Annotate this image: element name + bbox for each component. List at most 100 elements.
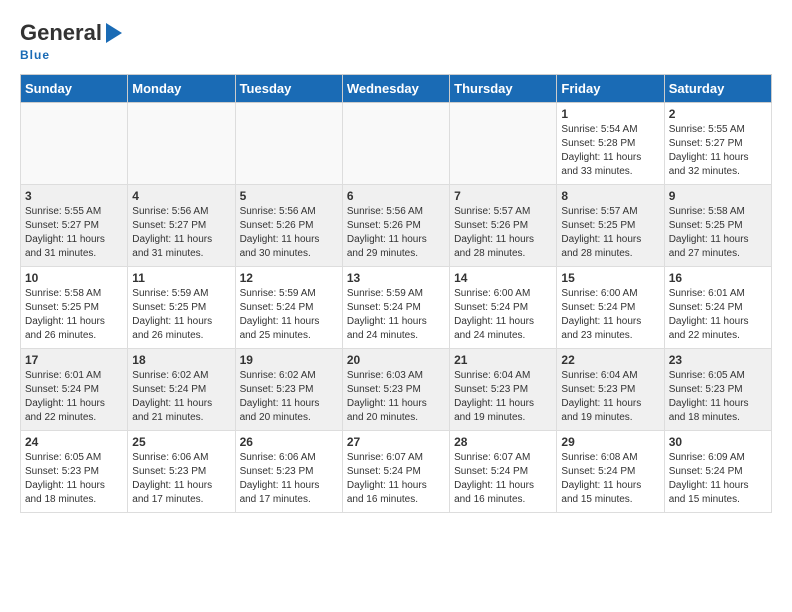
- day-info: Sunrise: 5:59 AM Sunset: 5:25 PM Dayligh…: [132, 287, 230, 343]
- day-info: Sunrise: 6:07 AM Sunset: 5:24 PM Dayligh…: [454, 451, 552, 507]
- calendar-cell: 7 Sunrise: 5:57 AM Sunset: 5:26 PM Daylig…: [450, 185, 557, 267]
- calendar-cell: 2 Sunrise: 5:55 AM Sunset: 5:27 PM Daylig…: [664, 103, 771, 185]
- day-info: Sunrise: 6:05 AM Sunset: 5:23 PM Dayligh…: [669, 369, 767, 425]
- calendar-week-4: 17 Sunrise: 6:01 AM Sunset: 5:24 PM Dayli…: [21, 349, 772, 431]
- logo-blue: Blue: [20, 48, 50, 62]
- logo-arrow-icon: [106, 23, 122, 43]
- day-number: 20: [347, 353, 445, 367]
- calendar-cell: [450, 103, 557, 185]
- calendar-cell: 3Sunrise: 5:55 AM Sunset: 5:27 PM Daylig…: [21, 185, 128, 267]
- day-number: 10: [25, 271, 123, 285]
- calendar-cell: 15 Sunrise: 6:00 AM Sunset: 5:24 PM Dayli…: [557, 267, 664, 349]
- calendar-cell: 5 Sunrise: 5:56 AM Sunset: 5:26 PM Daylig…: [235, 185, 342, 267]
- calendar-cell: 12Sunrise: 5:59 AM Sunset: 5:24 PM Dayli…: [235, 267, 342, 349]
- calendar-cell: 14Sunrise: 6:00 AM Sunset: 5:24 PM Dayli…: [450, 267, 557, 349]
- day-info: Sunrise: 6:00 AM Sunset: 5:24 PM Dayligh…: [561, 287, 659, 343]
- calendar-week-5: 24 Sunrise: 6:05 AM Sunset: 5:23 PM Dayli…: [21, 431, 772, 513]
- day-number: 1: [561, 107, 659, 121]
- calendar-cell: 21 Sunrise: 6:04 AM Sunset: 5:23 PM Dayli…: [450, 349, 557, 431]
- day-info: Sunrise: 6:04 AM Sunset: 5:23 PM Dayligh…: [561, 369, 659, 425]
- day-number: 30: [669, 435, 767, 449]
- calendar-cell: 25 Sunrise: 6:06 AM Sunset: 5:23 PM Dayli…: [128, 431, 235, 513]
- calendar-cell: 1 Sunrise: 5:54 AM Sunset: 5:28 PM Daylig…: [557, 103, 664, 185]
- day-info: Sunrise: 6:01 AM Sunset: 5:24 PM Dayligh…: [669, 287, 767, 343]
- day-info: Sunrise: 6:06 AM Sunset: 5:23 PM Dayligh…: [240, 451, 338, 507]
- weekday-header-monday: Monday: [128, 75, 235, 103]
- day-number: 29: [561, 435, 659, 449]
- calendar-cell: [21, 103, 128, 185]
- calendar-header-row: SundayMondayTuesdayWednesdayThursdayFrid…: [21, 75, 772, 103]
- calendar-cell: 13 Sunrise: 5:59 AM Sunset: 5:24 PM Dayli…: [342, 267, 449, 349]
- weekday-header-tuesday: Tuesday: [235, 75, 342, 103]
- day-info: Sunrise: 5:57 AM Sunset: 5:26 PM Dayligh…: [454, 205, 552, 261]
- day-info: Sunrise: 5:59 AM Sunset: 5:24 PM Dayligh…: [347, 287, 445, 343]
- day-number: 19: [240, 353, 338, 367]
- day-number: 3: [25, 189, 123, 203]
- day-number: 21: [454, 353, 552, 367]
- day-number: 5: [240, 189, 338, 203]
- day-info: Sunrise: 6:06 AM Sunset: 5:23 PM Dayligh…: [132, 451, 230, 507]
- day-info: Sunrise: 5:58 AM Sunset: 5:25 PM Dayligh…: [25, 287, 123, 343]
- calendar-cell: 8Sunrise: 5:57 AM Sunset: 5:25 PM Daylig…: [557, 185, 664, 267]
- day-number: 13: [347, 271, 445, 285]
- day-info: Sunrise: 5:55 AM Sunset: 5:27 PM Dayligh…: [669, 123, 767, 179]
- day-number: 27: [347, 435, 445, 449]
- weekday-header-thursday: Thursday: [450, 75, 557, 103]
- day-number: 9: [669, 189, 767, 203]
- calendar-cell: 23Sunrise: 6:05 AM Sunset: 5:23 PM Dayli…: [664, 349, 771, 431]
- calendar-cell: 4Sunrise: 5:56 AM Sunset: 5:27 PM Daylig…: [128, 185, 235, 267]
- calendar-cell: 18 Sunrise: 6:02 AM Sunset: 5:24 PM Dayli…: [128, 349, 235, 431]
- day-number: 18: [132, 353, 230, 367]
- calendar-cell: 22Sunrise: 6:04 AM Sunset: 5:23 PM Dayli…: [557, 349, 664, 431]
- calendar-cell: 19 Sunrise: 6:02 AM Sunset: 5:23 PM Dayli…: [235, 349, 342, 431]
- calendar-cell: 20 Sunrise: 6:03 AM Sunset: 5:23 PM Dayli…: [342, 349, 449, 431]
- day-number: 7: [454, 189, 552, 203]
- day-info: Sunrise: 6:01 AM Sunset: 5:24 PM Dayligh…: [25, 369, 123, 425]
- calendar-week-2: 3Sunrise: 5:55 AM Sunset: 5:27 PM Daylig…: [21, 185, 772, 267]
- day-info: Sunrise: 6:03 AM Sunset: 5:23 PM Dayligh…: [347, 369, 445, 425]
- day-info: Sunrise: 5:56 AM Sunset: 5:26 PM Dayligh…: [240, 205, 338, 261]
- day-info: Sunrise: 5:56 AM Sunset: 5:26 PM Dayligh…: [347, 205, 445, 261]
- calendar-cell: 27 Sunrise: 6:07 AM Sunset: 5:24 PM Dayli…: [342, 431, 449, 513]
- day-number: 15: [561, 271, 659, 285]
- day-info: Sunrise: 6:05 AM Sunset: 5:23 PM Dayligh…: [25, 451, 123, 507]
- day-number: 11: [132, 271, 230, 285]
- calendar-cell: 26 Sunrise: 6:06 AM Sunset: 5:23 PM Dayli…: [235, 431, 342, 513]
- calendar-cell: 11 Sunrise: 5:59 AM Sunset: 5:25 PM Dayli…: [128, 267, 235, 349]
- day-info: Sunrise: 6:07 AM Sunset: 5:24 PM Dayligh…: [347, 451, 445, 507]
- calendar-week-1: 1 Sunrise: 5:54 AM Sunset: 5:28 PM Daylig…: [21, 103, 772, 185]
- day-number: 6: [347, 189, 445, 203]
- day-info: Sunrise: 5:54 AM Sunset: 5:28 PM Dayligh…: [561, 123, 659, 179]
- day-number: 17: [25, 353, 123, 367]
- day-info: Sunrise: 6:04 AM Sunset: 5:23 PM Dayligh…: [454, 369, 552, 425]
- day-info: Sunrise: 6:02 AM Sunset: 5:24 PM Dayligh…: [132, 369, 230, 425]
- calendar-cell: 28 Sunrise: 6:07 AM Sunset: 5:24 PM Dayli…: [450, 431, 557, 513]
- day-number: 14: [454, 271, 552, 285]
- weekday-header-sunday: Sunday: [21, 75, 128, 103]
- weekday-header-wednesday: Wednesday: [342, 75, 449, 103]
- day-number: 26: [240, 435, 338, 449]
- calendar-cell: 30Sunrise: 6:09 AM Sunset: 5:24 PM Dayli…: [664, 431, 771, 513]
- day-number: 25: [132, 435, 230, 449]
- day-info: Sunrise: 6:02 AM Sunset: 5:23 PM Dayligh…: [240, 369, 338, 425]
- calendar-body: 1 Sunrise: 5:54 AM Sunset: 5:28 PM Daylig…: [21, 103, 772, 513]
- day-number: 4: [132, 189, 230, 203]
- day-number: 24: [25, 435, 123, 449]
- calendar-week-3: 10 Sunrise: 5:58 AM Sunset: 5:25 PM Dayli…: [21, 267, 772, 349]
- calendar-cell: [342, 103, 449, 185]
- day-number: 12: [240, 271, 338, 285]
- calendar-cell: 17 Sunrise: 6:01 AM Sunset: 5:24 PM Dayli…: [21, 349, 128, 431]
- day-info: Sunrise: 6:08 AM Sunset: 5:24 PM Dayligh…: [561, 451, 659, 507]
- calendar-cell: 24 Sunrise: 6:05 AM Sunset: 5:23 PM Dayli…: [21, 431, 128, 513]
- day-number: 16: [669, 271, 767, 285]
- calendar-cell: 6 Sunrise: 5:56 AM Sunset: 5:26 PM Daylig…: [342, 185, 449, 267]
- calendar-cell: [128, 103, 235, 185]
- day-number: 2: [669, 107, 767, 121]
- day-number: 28: [454, 435, 552, 449]
- calendar-cell: 29 Sunrise: 6:08 AM Sunset: 5:24 PM Dayli…: [557, 431, 664, 513]
- calendar-table: SundayMondayTuesdayWednesdayThursdayFrid…: [20, 74, 772, 513]
- page-header: General Blue: [20, 20, 772, 64]
- calendar-cell: 9Sunrise: 5:58 AM Sunset: 5:25 PM Daylig…: [664, 185, 771, 267]
- day-number: 8: [561, 189, 659, 203]
- calendar-cell: 16 Sunrise: 6:01 AM Sunset: 5:24 PM Dayli…: [664, 267, 771, 349]
